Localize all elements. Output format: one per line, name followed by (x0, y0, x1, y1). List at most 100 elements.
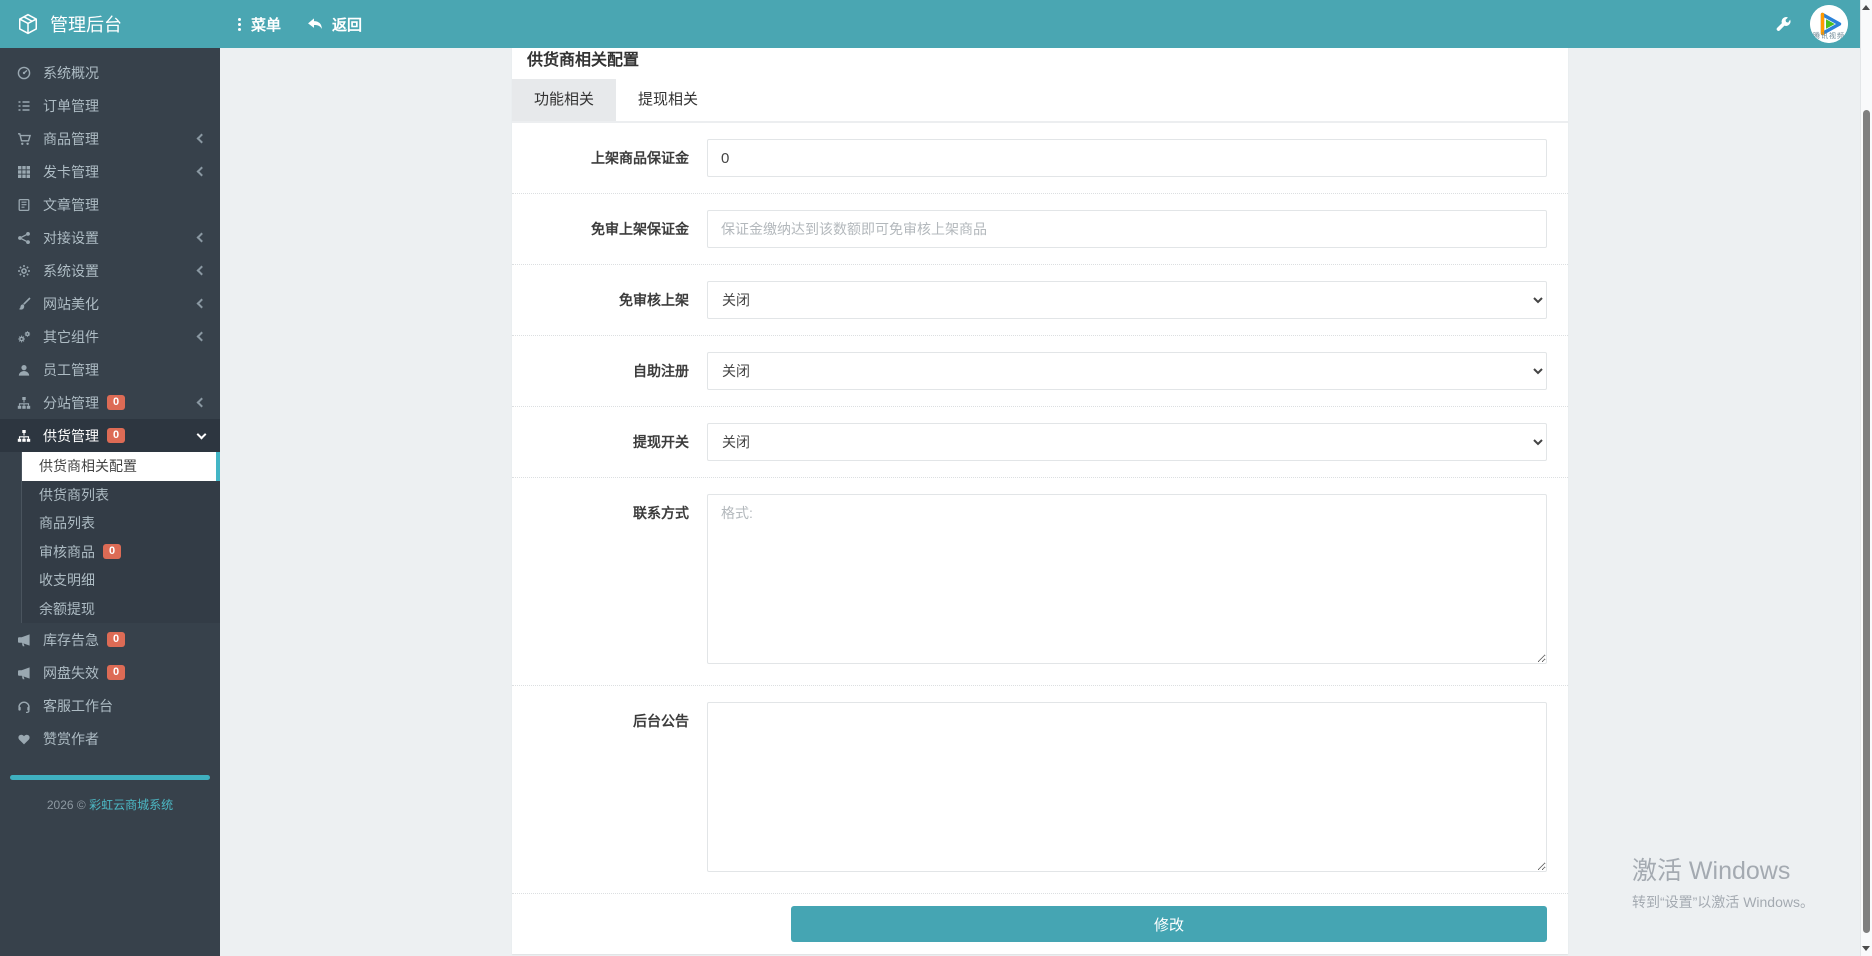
select-input[interactable]: 关闭 (707, 423, 1547, 461)
sidebar-item-label: 商品管理 (43, 129, 99, 149)
sidebar-item-4[interactable]: 文章管理 (0, 188, 220, 221)
field-control (707, 494, 1547, 669)
sidebar-item-label: 供货管理 (43, 426, 99, 446)
field-label: 上架商品保证金 (532, 139, 689, 177)
sitemap-icon (15, 429, 33, 443)
book-icon (15, 198, 33, 212)
sidebar-item-11[interactable]: 供货管理 0 (0, 419, 220, 452)
select-input[interactable]: 关闭 (707, 281, 1547, 319)
sidebar-item-1[interactable]: 订单管理 (0, 89, 220, 122)
submenu-item-5[interactable]: 余额提现 (22, 595, 220, 624)
count-badge: 0 (107, 665, 125, 680)
sidebar-footer: 2026 © 彩虹云商城系统 (0, 796, 220, 813)
submenu-item-label: 收支明细 (39, 570, 95, 590)
submenu-item-0[interactable]: 供货商相关配置 (22, 452, 220, 481)
avatar-watermark-text: 腾讯视频 (1810, 31, 1848, 41)
submenu-item-label: 供货商列表 (39, 485, 109, 505)
sidebar-item-label: 客服工作台 (43, 696, 113, 716)
share-icon (15, 231, 33, 245)
sidebar-item-15[interactable]: 赞赏作者 (0, 722, 220, 755)
submit-button[interactable]: 修改 (791, 906, 1547, 942)
sidebar-item-7[interactable]: 网站美化 (0, 287, 220, 320)
sidebar-item-10[interactable]: 分站管理0 (0, 386, 220, 419)
settings-form: 上架商品保证金免审上架保证金免审核上架关闭自助注册关闭提现开关关闭联系方式后台公… (512, 123, 1568, 894)
submenu: 供货商相关配置供货商列表商品列表审核商品0 收支明细余额提现 (21, 452, 220, 623)
field-label: 自助注册 (532, 352, 689, 390)
form-row: 免审核上架关闭 (512, 265, 1568, 336)
sidebar-item-12[interactable]: 库存告急0 (0, 623, 220, 656)
textarea-input[interactable] (707, 702, 1547, 872)
sidebar-item-label: 对接设置 (43, 228, 99, 248)
submit-row: 修改 (512, 894, 1568, 954)
sidebar-scroll-indicator (10, 775, 210, 780)
field-control: 关闭 (707, 281, 1547, 319)
submenu-item-label: 商品列表 (39, 513, 95, 533)
back-button-label: 返回 (332, 14, 362, 35)
submenu-item-label: 余额提现 (39, 599, 95, 619)
field-control: 关闭 (707, 352, 1547, 390)
field-control (707, 210, 1547, 248)
select-input[interactable]: 关闭 (707, 352, 1547, 390)
footer-link[interactable]: 彩虹云商城系统 (89, 798, 173, 812)
form-row: 联系方式 (512, 478, 1568, 686)
tab-1[interactable]: 提现相关 (616, 79, 720, 121)
dashboard-icon (15, 66, 33, 80)
sidebar-menu: 系统概况订单管理商品管理发卡管理文章管理对接设置系统设置网站美化其它组件员工管理… (0, 56, 220, 755)
gear-icon (15, 264, 33, 278)
avatar[interactable]: 腾讯视频 (1810, 5, 1848, 43)
sidebar-item-label: 发卡管理 (43, 162, 99, 182)
watermark-line1: 激活 Windows (1632, 851, 1814, 887)
submenu-item-label: 审核商品 (39, 542, 95, 562)
sidebar-item-9[interactable]: 员工管理 (0, 353, 220, 386)
submenu-item-4[interactable]: 收支明细 (22, 566, 220, 595)
field-control: 关闭 (707, 423, 1547, 461)
sitemap-icon (15, 396, 33, 410)
form-row: 提现开关关闭 (512, 407, 1568, 478)
back-button[interactable]: 返回 (307, 14, 362, 35)
sidebar-item-label: 订单管理 (43, 96, 99, 116)
submenu-item-2[interactable]: 商品列表 (22, 509, 220, 538)
sidebar-item-5[interactable]: 对接设置 (0, 221, 220, 254)
package-icon (17, 13, 39, 35)
list-icon (15, 99, 33, 113)
scroll-up-arrow-icon[interactable] (1862, 5, 1870, 10)
main-content: 供货商相关配置 功能相关提现相关 上架商品保证金免审上架保证金免审核上架关闭自助… (220, 0, 1860, 956)
submenu-item-label: 供货商相关配置 (39, 456, 137, 476)
gears-icon (15, 330, 33, 344)
field-label: 免审上架保证金 (532, 210, 689, 248)
sidebar-item-3[interactable]: 发卡管理 (0, 155, 220, 188)
chevron-left-icon (197, 266, 207, 276)
user-icon (15, 363, 33, 377)
menu-button-label: 菜单 (251, 14, 281, 35)
watermark-line2: 转到“设置”以激活 Windows。 (1632, 892, 1814, 912)
form-row: 自助注册关闭 (512, 336, 1568, 407)
sidebar-item-2[interactable]: 商品管理 (0, 122, 220, 155)
scrollbar-thumb[interactable] (1863, 110, 1870, 933)
tools-button[interactable] (1775, 16, 1792, 33)
scroll-down-arrow-icon[interactable] (1862, 946, 1870, 951)
text-input[interactable] (707, 210, 1547, 248)
page-scrollbar[interactable] (1860, 0, 1872, 956)
chevron-left-icon (197, 299, 207, 309)
sidebar-item-label: 系统概况 (43, 63, 99, 83)
sidebar-item-14[interactable]: 客服工作台 (0, 689, 220, 722)
sidebar-item-0[interactable]: 系统概况 (0, 56, 220, 89)
tab-0[interactable]: 功能相关 (512, 79, 616, 121)
submenu-item-3[interactable]: 审核商品0 (22, 538, 220, 567)
field-label: 联系方式 (532, 494, 689, 524)
return-arrow-icon (307, 17, 324, 32)
textarea-input[interactable] (707, 494, 1547, 664)
submenu-item-1[interactable]: 供货商列表 (22, 481, 220, 510)
form-row: 免审上架保证金 (512, 194, 1568, 265)
menu-button[interactable]: 菜单 (236, 14, 281, 35)
sidebar-item-13[interactable]: 网盘失效0 (0, 656, 220, 689)
sidebar-item-8[interactable]: 其它组件 (0, 320, 220, 353)
sidebar-item-label: 其它组件 (43, 327, 99, 347)
chevron-left-icon (197, 398, 207, 408)
chevron-left-icon (197, 332, 207, 342)
text-input[interactable] (707, 139, 1547, 177)
sidebar-item-label: 系统设置 (43, 261, 99, 281)
count-badge: 0 (107, 428, 125, 443)
field-label: 提现开关 (532, 423, 689, 461)
sidebar-item-6[interactable]: 系统设置 (0, 254, 220, 287)
